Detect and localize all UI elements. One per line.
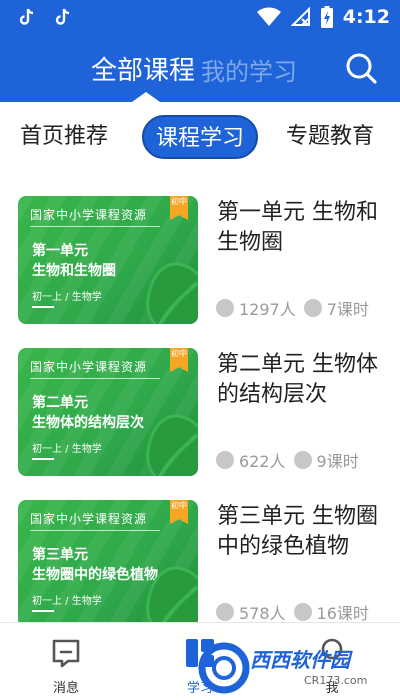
course-meta: 578人 16课时 <box>216 600 369 624</box>
status-bar: 4:12 <box>0 0 400 36</box>
lesson-count: 7课时 <box>326 300 369 319</box>
course-thumbnail: 国家中小学课程资源 初中 第三单元 生物圈中的绿色植物 初一上 / 生物学 <box>18 500 198 628</box>
course-thumbnail: 国家中小学课程资源 初中 第二单元 生物体的结构层次 初一上 / 生物学 <box>18 348 198 476</box>
course-meta: 622人 9课时 <box>216 448 359 472</box>
thumbnail-header: 国家中小学课程资源 <box>30 208 148 222</box>
learner-count: 622人 <box>239 452 286 471</box>
clock: 4:12 <box>342 6 390 28</box>
thumbnail-unit: 第二单元 <box>32 395 88 411</box>
category-tabs: 首页推荐 课程学习 专题教育 <box>0 108 400 166</box>
course-card[interactable]: 国家中小学课程资源 初中 第三单元 生物圈中的绿色植物 初一上 / 生物学 第三… <box>0 500 400 628</box>
thumbnail-grade-subject: 初一上 / 生物学 <box>32 596 102 607</box>
thumbnail-unit: 第三单元 <box>32 547 88 563</box>
course-card[interactable]: 国家中小学课程资源 初中 第一单元 生物和生物圈 初一上 / 生物学 第一单元 … <box>0 196 400 324</box>
tiktok-icon <box>19 8 34 25</box>
user-icon <box>216 299 234 317</box>
course-meta: 1297人 7课时 <box>216 296 369 320</box>
thumbnail-name: 生物和生物圈 <box>32 263 116 279</box>
search-icon[interactable] <box>344 51 378 85</box>
active-tab-indicator <box>132 92 160 102</box>
watermark: 西西软件园 CR173.com <box>196 638 390 700</box>
user-icon <box>216 603 234 621</box>
learner-count: 1297人 <box>239 300 296 319</box>
tiktok-icon <box>55 8 70 25</box>
user-icon <box>216 451 234 469</box>
tab-all-courses[interactable]: 全部课程 <box>91 50 195 87</box>
battery-charging-icon <box>320 6 333 28</box>
course-title: 第三单元 生物圈中的绿色植物 <box>217 504 378 559</box>
leaf-icon <box>146 414 198 476</box>
wifi-icon <box>256 7 281 26</box>
course-card[interactable]: 国家中小学课程资源 初中 第二单元 生物体的结构层次 初一上 / 生物学 第二单… <box>0 348 400 476</box>
learner-count: 578人 <box>239 604 286 623</box>
leaf-icon <box>146 262 198 324</box>
thumbnail-header: 国家中小学课程资源 <box>30 360 148 374</box>
lesson-count: 16课时 <box>316 604 369 623</box>
thumbnail-name: 生物体的结构层次 <box>32 415 144 431</box>
watermark-logo-icon <box>198 642 250 694</box>
thumbnail-header: 国家中小学课程资源 <box>30 512 148 526</box>
tab-my-learning[interactable]: 我的学习 <box>201 52 297 87</box>
course-title: 第一单元 生物和生物圈 <box>217 200 378 255</box>
nav-label: 消息 <box>52 681 79 696</box>
signal-off-icon <box>290 7 310 26</box>
course-title: 第二单元 生物体的结构层次 <box>217 352 378 407</box>
watermark-brand: 西西软件园 <box>250 648 350 672</box>
watermark-site: CR173.com <box>304 674 368 687</box>
thumbnail-unit: 第一单元 <box>32 243 88 259</box>
category-tab-course-study[interactable]: 课程学习 <box>142 115 258 159</box>
lesson-count: 9课时 <box>316 452 359 471</box>
clock-icon <box>293 451 312 469</box>
top-header: 全部课程 我的学习 <box>0 36 400 102</box>
course-thumbnail: 国家中小学课程资源 初中 第一单元 生物和生物圈 初一上 / 生物学 <box>18 196 198 324</box>
leaf-icon <box>146 566 198 628</box>
category-tab-home[interactable]: 首页推荐 <box>20 118 108 150</box>
app-root: 4:12 全部课程 我的学习 首页推荐 课程学习 专题教育 国家中小学课程资源 … <box>0 0 400 700</box>
clock-icon <box>293 603 312 621</box>
thumbnail-grade-subject: 初一上 / 生物学 <box>32 444 102 455</box>
nav-item-messages[interactable]: 消息 <box>26 623 106 700</box>
clock-icon <box>303 299 322 317</box>
thumbnail-grade-subject: 初一上 / 生物学 <box>32 292 102 303</box>
message-icon <box>52 639 80 668</box>
category-tab-special-education[interactable]: 专题教育 <box>286 118 374 150</box>
